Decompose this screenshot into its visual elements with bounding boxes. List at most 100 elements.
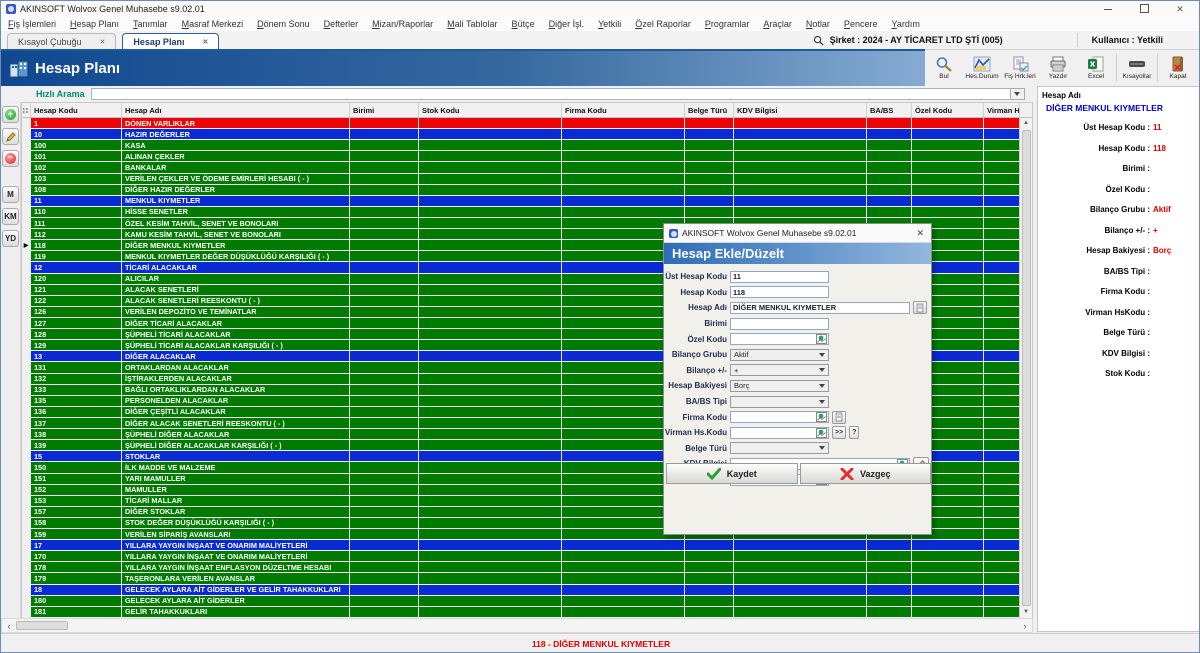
table-row[interactable]: 180GELECEK AYLARA AİT GİDERLER xyxy=(22,596,1032,607)
menu-item-di-er-i-l-[interactable]: Diğer İşl. xyxy=(542,19,592,29)
quick-search-input[interactable] xyxy=(91,88,1011,100)
menu-item-mizan-raporlar[interactable]: Mizan/Raporlar xyxy=(365,19,440,29)
column-header-2[interactable]: Hesap Adı xyxy=(122,103,350,117)
scroll-right-icon[interactable]: › xyxy=(1018,621,1032,631)
toolbar-button-fi-hrk-leri[interactable]: Fiş Hrk.leri xyxy=(1001,50,1039,86)
tab-hesap-plani[interactable]: Hesap Planı ✕ xyxy=(122,33,219,49)
lookup-icon[interactable] xyxy=(816,428,827,438)
toolbar-button-k-sayollar[interactable]: Kısayollar xyxy=(1118,50,1156,86)
toolbar-button-bul[interactable]: Bul xyxy=(925,50,963,86)
table-row[interactable]: 178YILLARA YAYGIN İNŞAAT ENFLASYON DÜZEL… xyxy=(22,562,1032,573)
cell xyxy=(350,140,419,151)
horizontal-scrollbar[interactable]: ‹ › xyxy=(1,618,1033,633)
vertical-scrollbar[interactable]: ▲ ▼ xyxy=(1019,118,1032,618)
menu-item-hesap-plan-[interactable]: Hesap Planı xyxy=(63,19,126,29)
column-header-1[interactable]: Hesap Kodu xyxy=(31,103,122,117)
menu-item-d-nem-sonu[interactable]: Dönem Sonu xyxy=(250,19,317,29)
table-row[interactable]: 170YILLARA YAYGIN İNŞAAT VE ONARIM MALİY… xyxy=(22,551,1032,562)
field-input[interactable] xyxy=(730,318,829,330)
menu-item-notlar[interactable]: Notlar xyxy=(799,19,837,29)
column-header-9[interactable]: Özel Kodu xyxy=(912,103,984,117)
menu-item-masraf-merkezi[interactable]: Masraf Merkezi xyxy=(175,19,251,29)
toolbar-button-kapat[interactable]: Kapat xyxy=(1159,50,1197,86)
forward-button[interactable]: >> xyxy=(832,426,846,439)
cell xyxy=(419,174,562,185)
field-input[interactable]: 118 xyxy=(730,286,829,298)
menu-item-programlar[interactable]: Programlar xyxy=(698,19,757,29)
close-icon[interactable]: ✕ xyxy=(1169,4,1191,15)
maximize-icon[interactable] xyxy=(1133,4,1155,15)
tab-kisayol-cubugu[interactable]: Kısayol Çubuğu ✕ xyxy=(7,33,116,49)
scroll-left-icon[interactable]: ‹ xyxy=(2,621,16,631)
menu-item-mali-tablolar[interactable]: Mali Tablolar xyxy=(440,19,504,29)
scrollbar-thumb[interactable] xyxy=(16,621,68,630)
toolbar-button-hes-durum[interactable]: Hes.Durum xyxy=(963,50,1001,86)
help-button[interactable]: ? xyxy=(849,426,859,439)
dialog-close-icon[interactable]: ✕ xyxy=(916,228,931,239)
quick-search-dropdown[interactable] xyxy=(1011,88,1025,100)
table-row[interactable]: 1DÖNEN VARLIKLAR xyxy=(22,118,1032,129)
column-header-3[interactable]: Birimi xyxy=(350,103,419,117)
field-input[interactable] xyxy=(730,333,829,345)
column-header-10[interactable]: Virman H xyxy=(984,103,1020,117)
menu-item-defterler[interactable]: Defterler xyxy=(317,19,366,29)
table-row[interactable]: 101ALINAN ÇEKLER xyxy=(22,151,1032,162)
doc-button[interactable] xyxy=(832,411,846,424)
field-select[interactable]: + xyxy=(730,364,829,376)
menu-item-fi-i-lemleri[interactable]: Fiş İşlemleri xyxy=(1,19,63,29)
toolbar-button-excel[interactable]: Excel xyxy=(1077,50,1115,86)
kaydet-button[interactable]: Kaydet xyxy=(666,463,798,484)
add-button[interactable]: + xyxy=(2,106,19,123)
menu-item-ara-lar[interactable]: Araçlar xyxy=(756,19,799,29)
column-header-5[interactable]: Firma Kodu xyxy=(562,103,685,117)
menu-item--zel-raporlar[interactable]: Özel Raporlar xyxy=(628,19,698,29)
table-row[interactable]: 102BANKALAR xyxy=(22,162,1032,173)
column-header-4[interactable]: Stok Kodu xyxy=(419,103,562,117)
doc-button[interactable] xyxy=(913,301,927,314)
sidebar-button-km[interactable]: KM xyxy=(2,208,19,225)
table-row[interactable]: 17YILLARA YAYGIN İNŞAAT VE ONARIM MALİYE… xyxy=(22,540,1032,551)
table-row[interactable]: 11MENKUL KIYMETLER xyxy=(22,196,1032,207)
lookup-icon[interactable] xyxy=(816,412,827,422)
field-input[interactable] xyxy=(730,427,829,439)
column-header-8[interactable]: BA/BS xyxy=(867,103,912,117)
menu-bar: Fiş İşlemleriHesap PlanıTanımlarMasraf M… xyxy=(1,17,1200,31)
field-select[interactable]: Aktif xyxy=(730,349,829,361)
table-row[interactable]: 18GELECEK AYLARA AİT GİDERLER VE GELİR T… xyxy=(22,585,1032,596)
field-select[interactable] xyxy=(730,442,829,454)
field-input[interactable]: DİĞER MENKUL KIYMETLER xyxy=(730,302,910,314)
tab-close-icon[interactable]: ✕ xyxy=(100,38,106,46)
table-row[interactable]: 108DİĞER HAZIR DEĞERLER xyxy=(22,185,1032,196)
column-header-7[interactable]: KDV Bilgisi xyxy=(734,103,867,117)
menu-item-tan-mlar[interactable]: Tanımlar xyxy=(126,19,175,29)
edit-button[interactable] xyxy=(2,128,19,145)
sidebar-button-m[interactable]: M xyxy=(2,186,19,203)
row-marker xyxy=(22,474,31,485)
field-select[interactable]: Borç xyxy=(730,380,829,392)
field-input[interactable]: 11 xyxy=(730,271,829,283)
minimize-icon[interactable] xyxy=(1097,4,1119,14)
menu-item-yard-m[interactable]: Yardım xyxy=(884,19,926,29)
scrollbar-thumb[interactable] xyxy=(1022,130,1031,606)
table-row[interactable]: 179TAŞERONLARA VERİLEN AVANSLAR xyxy=(22,573,1032,584)
vazgec-button[interactable]: Vazgeç xyxy=(800,463,932,484)
cell xyxy=(734,596,867,607)
tab-close-icon[interactable]: ✕ xyxy=(202,38,208,46)
lookup-icon[interactable] xyxy=(816,334,827,344)
field-select[interactable] xyxy=(730,396,829,408)
table-row[interactable]: 110HİSSE SENETLER xyxy=(22,207,1032,218)
field-input[interactable] xyxy=(730,411,829,423)
table-row[interactable]: 103VERİLEN ÇEKLER VE ÖDEME EMİRLERİ HESA… xyxy=(22,174,1032,185)
menu-item-b-t-e[interactable]: Bütçe xyxy=(505,19,542,29)
menu-item-yetkili[interactable]: Yetkili xyxy=(591,19,628,29)
delete-button[interactable]: − xyxy=(2,150,19,167)
scroll-down-icon[interactable]: ▼ xyxy=(1023,607,1029,618)
table-row[interactable]: 10HAZIR DEĞERLER xyxy=(22,129,1032,140)
scroll-up-icon[interactable]: ▲ xyxy=(1023,118,1029,129)
table-row[interactable]: 181GELİR TAHAKKUKLARI xyxy=(22,607,1032,618)
table-row[interactable]: 100KASA xyxy=(22,140,1032,151)
sidebar-button-yd[interactable]: YD xyxy=(2,230,19,247)
column-header-6[interactable]: Belge Türü xyxy=(685,103,734,117)
toolbar-button-yazd-r[interactable]: Yazdır xyxy=(1039,50,1077,86)
menu-item-pencere[interactable]: Pencere xyxy=(837,19,885,29)
